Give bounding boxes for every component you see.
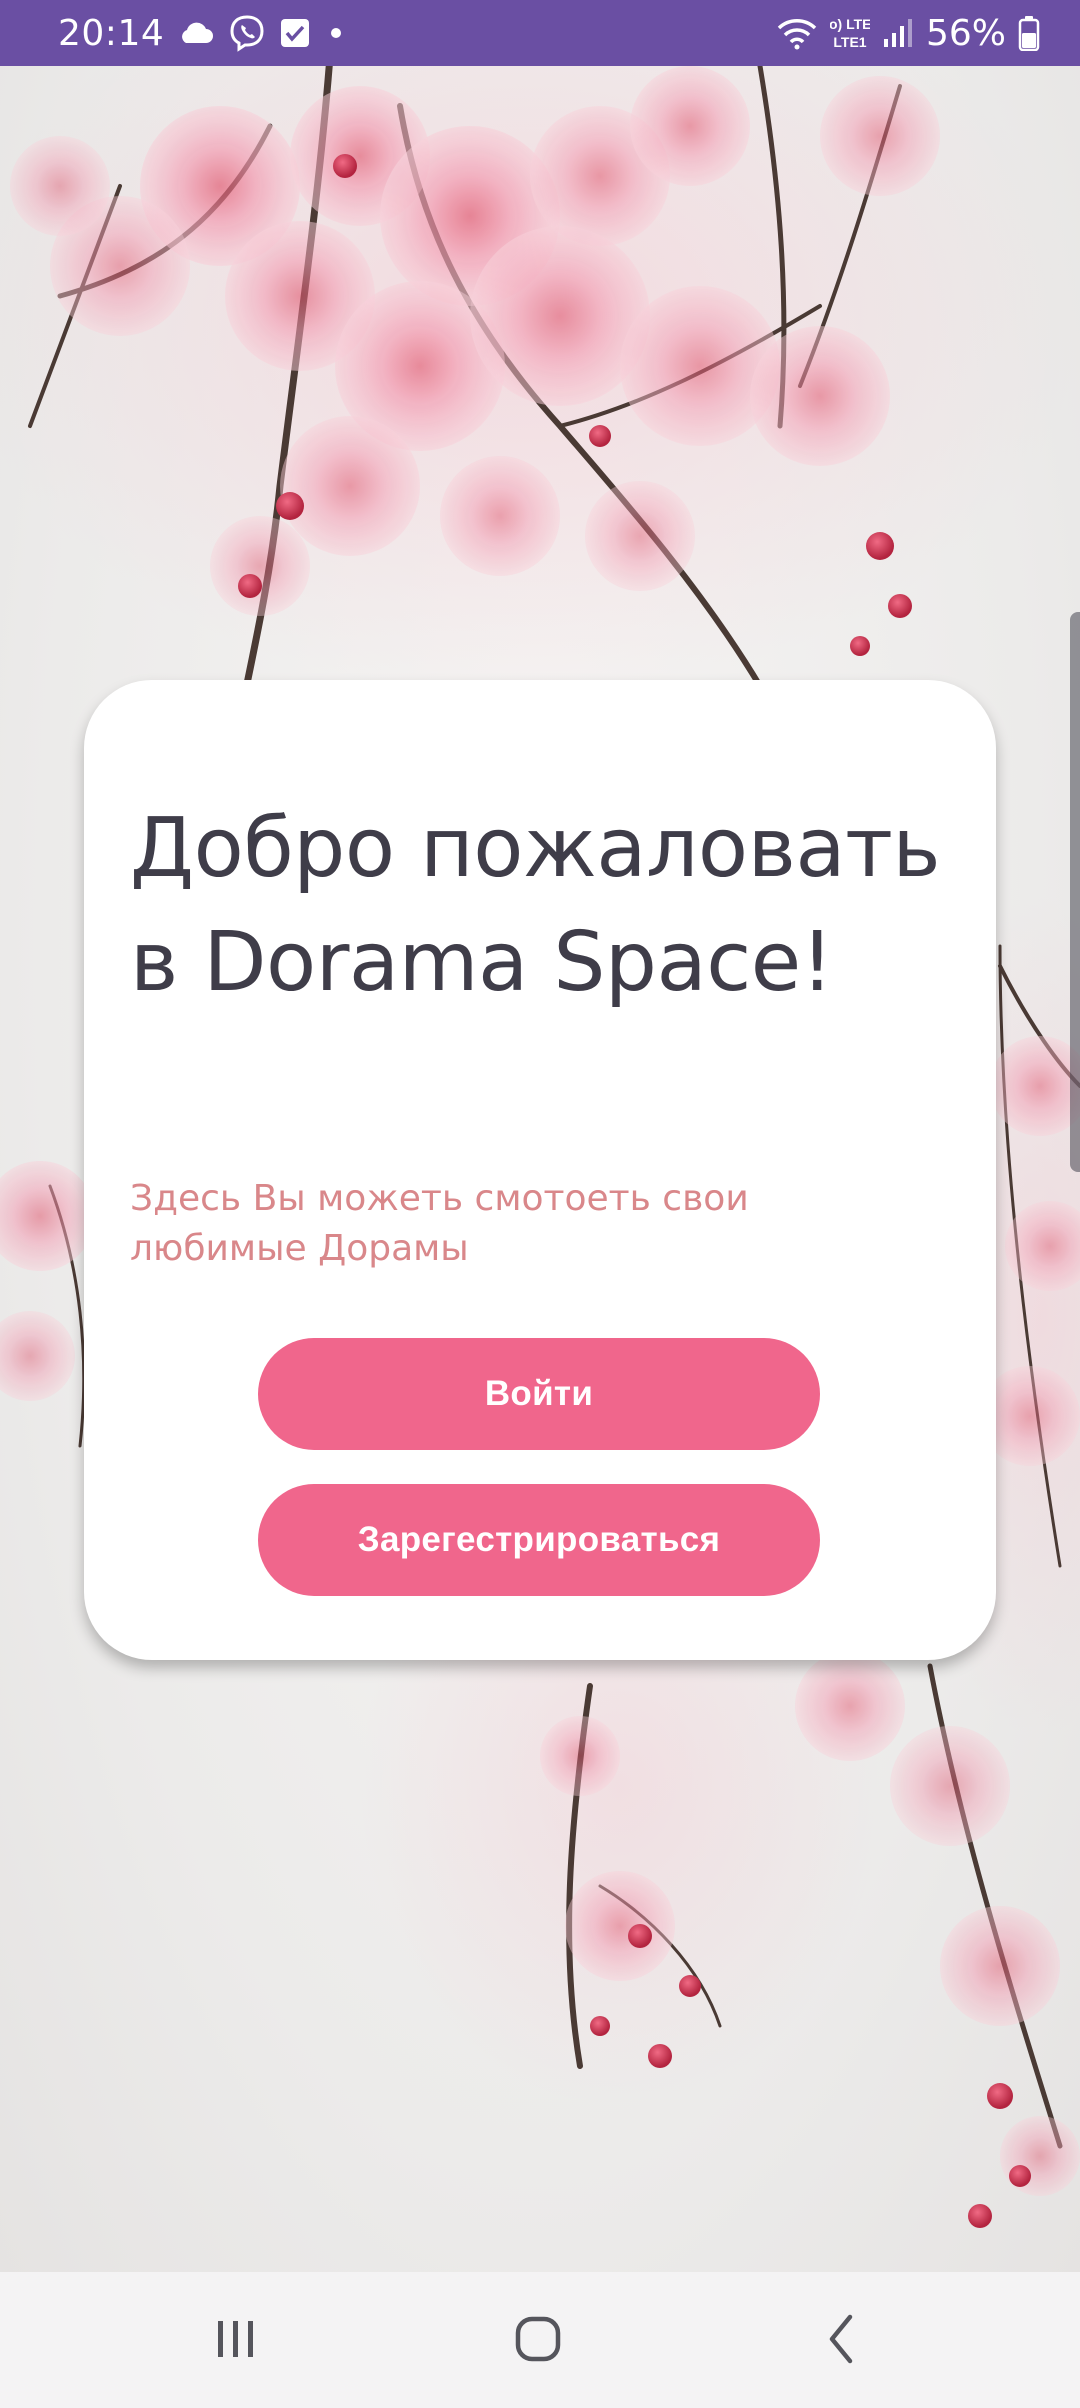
back-button[interactable] <box>762 2272 922 2408</box>
welcome-subtitle: Здесь Вы можеть смотоеть свои любимые До… <box>130 1178 749 1269</box>
recents-icon <box>212 2317 260 2364</box>
home-icon <box>514 2315 562 2366</box>
status-bar-left: 20:14 <box>58 13 348 54</box>
welcome-title: Добро пожаловать в Dorama Space! <box>130 801 941 1010</box>
signal-icon <box>882 17 914 49</box>
navigation-bar <box>0 2272 1080 2408</box>
back-icon <box>824 2313 860 2368</box>
cloud-icon <box>178 21 214 45</box>
home-button[interactable] <box>458 2272 618 2408</box>
wifi-icon <box>776 16 818 50</box>
status-bar: 20:14 o) LTE LTE1 56% <box>0 0 1080 66</box>
checkbox-icon <box>280 18 310 48</box>
notification-dot-icon <box>324 21 348 45</box>
battery-icon <box>1018 15 1040 51</box>
status-bar-right: Vo) LTE1 LTE1 56% <box>776 13 1040 54</box>
clock: 20:14 <box>58 12 165 54</box>
viber-icon <box>228 14 266 52</box>
welcome-card: Добро пожаловать в Dorama Space! Здесь В… <box>84 680 996 1660</box>
login-button[interactable]: Войти <box>258 1338 820 1450</box>
volte-label: Vo) LTE1 <box>830 16 870 32</box>
register-button[interactable]: Зарегестрироваться <box>258 1484 820 1596</box>
svg-text:LTE1: LTE1 <box>833 34 866 50</box>
edge-panel-handle[interactable] <box>1070 612 1080 1172</box>
volte-lte-icon: Vo) LTE1 LTE1 <box>830 14 870 52</box>
battery-percent: 56% <box>925 12 1006 54</box>
recents-button[interactable] <box>156 2272 316 2408</box>
